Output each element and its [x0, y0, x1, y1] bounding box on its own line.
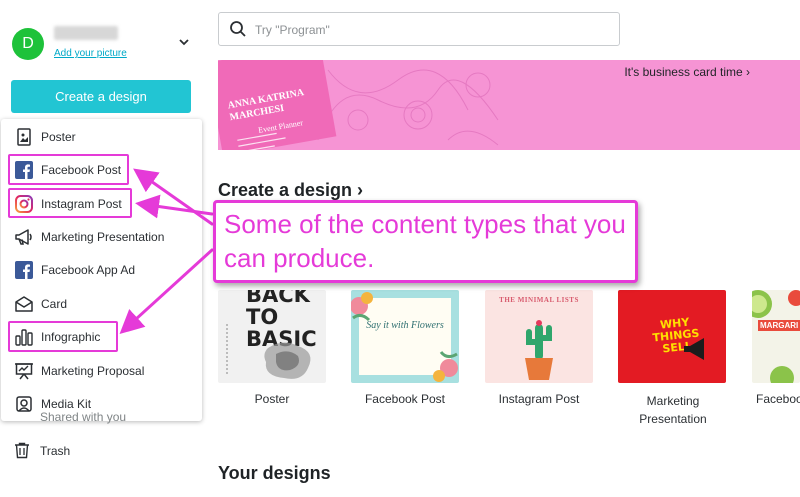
menu-item-label: Facebook App Ad: [41, 263, 136, 277]
avatar[interactable]: D: [12, 28, 44, 60]
create-design-heading[interactable]: Create a design ›: [218, 180, 363, 201]
megaphone-icon: [15, 229, 32, 245]
menu-item-marketing-proposal[interactable]: Marketing Proposal: [1, 356, 202, 386]
design-label-facebook-post[interactable]: Facebook Post: [351, 392, 459, 406]
camera-icon: [16, 396, 32, 412]
sidebar-item-shared[interactable]: Shared with you: [40, 410, 126, 424]
chevron-down-icon[interactable]: [178, 36, 190, 48]
facebook-icon: [15, 261, 33, 279]
menu-item-card[interactable]: Card: [1, 289, 202, 319]
business-card-link[interactable]: It's business card time ›: [624, 65, 750, 79]
highlight-instagram-post: [8, 188, 132, 218]
search-input[interactable]: Try "Program": [218, 12, 620, 46]
your-designs-heading: Your designs: [218, 463, 331, 483]
design-thumb-poster[interactable]: BACK TO BASIC: [218, 290, 326, 383]
design-label-facebook-partial[interactable]: Faceboo: [756, 392, 800, 406]
cactus-icon: [525, 320, 553, 380]
design-label-instagram-post[interactable]: Instagram Post: [485, 392, 593, 406]
search-icon: [230, 21, 246, 37]
trash-label: Trash: [40, 444, 71, 458]
design-label-marketing-presentation[interactable]: Marketing Presentation: [618, 392, 728, 428]
menu-item-marketing-presentation[interactable]: Marketing Presentation: [1, 222, 202, 252]
menu-item-label: Marketing Proposal: [41, 364, 145, 378]
megaphone-art-icon: [684, 338, 704, 360]
create-design-button[interactable]: Create a design: [11, 80, 191, 113]
design-thumb-facebook-post[interactable]: Say it with Flowers: [351, 290, 459, 383]
ink-splash-icon: [264, 342, 311, 379]
menu-item-poster[interactable]: Poster: [1, 122, 202, 152]
menu-item-label: Marketing Presentation: [41, 230, 165, 244]
highlight-facebook-post: [8, 154, 129, 185]
presentation-board-icon: [15, 363, 33, 380]
menu-item-facebook-app-ad[interactable]: Facebook App Ad: [1, 255, 202, 285]
highlight-infographic: [8, 321, 118, 352]
account-header[interactable]: D Add your picture: [10, 24, 200, 64]
poster-icon: [17, 128, 31, 146]
design-thumb-facebook-partial[interactable]: MARGARI: [752, 290, 800, 383]
trash-icon: [15, 442, 29, 459]
promo-banner[interactable]: ANNA KATRINA MARCHESI Event Planner It's…: [218, 60, 800, 150]
add-picture-link[interactable]: Add your picture: [54, 48, 127, 59]
instagram-thumb-text: THE MINIMAL LISTS: [499, 296, 579, 304]
menu-item-label: Card: [41, 297, 68, 311]
menu-item-label: Poster: [41, 130, 76, 144]
annotation-callout: Some of the content types that you can p…: [213, 200, 638, 283]
design-thumb-marketing-presentation[interactable]: WHY THINGS SELL: [618, 290, 726, 383]
search-placeholder: Try "Program": [255, 23, 330, 37]
poster-side-text: [226, 324, 228, 374]
margarita-thumb-text: MARGARI: [758, 320, 800, 331]
design-label-poster[interactable]: Poster: [218, 392, 326, 406]
account-name-redacted: [54, 26, 118, 40]
sidebar: D Add your picture Create a design Poste…: [0, 0, 205, 497]
flower-decoration-icon: [351, 292, 458, 382]
design-thumb-instagram-post[interactable]: THE MINIMAL LISTS: [485, 290, 593, 383]
annotation-text: Some of the content types that you can p…: [224, 209, 626, 273]
envelope-icon: [15, 296, 33, 312]
lime-icon: [752, 290, 800, 383]
menu-item-label: Media Kit: [41, 397, 92, 411]
sidebar-item-trash[interactable]: Trash: [10, 440, 160, 462]
